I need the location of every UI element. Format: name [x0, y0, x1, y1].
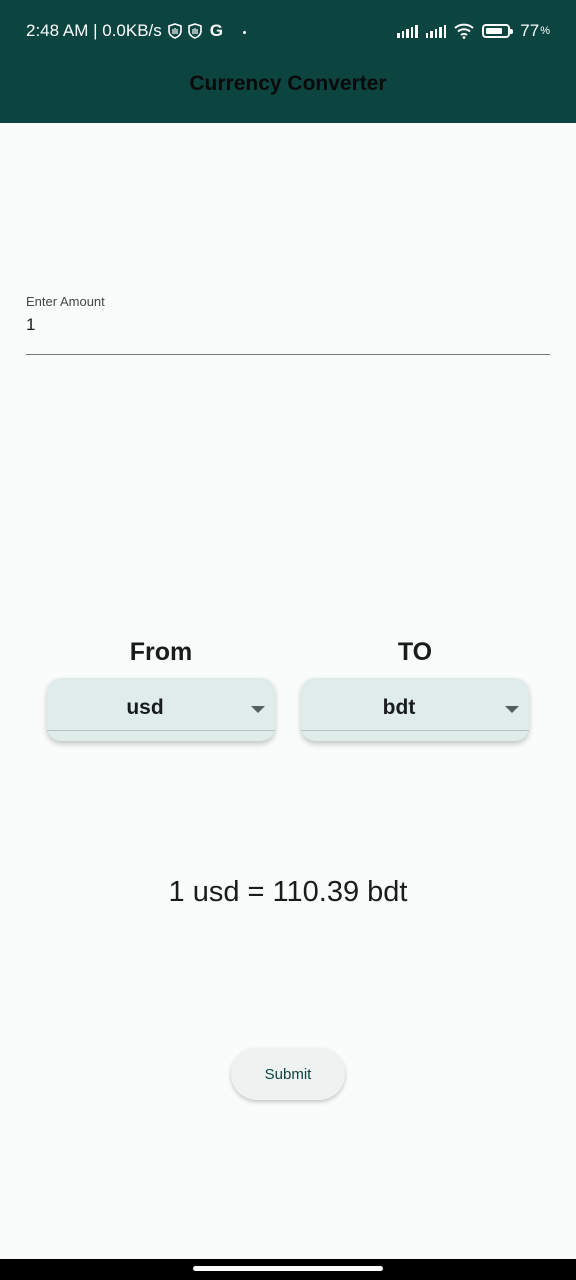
conversion-result: 1 usd = 110.39 bdt: [168, 876, 408, 908]
from-label: From: [129, 638, 193, 666]
shield-hand-icon: [167, 23, 182, 39]
signal-icon-2: [425, 24, 447, 38]
amount-field-label: Enter Amount: [26, 294, 105, 309]
chevron-down-icon: [505, 706, 519, 713]
page-title: Currency Converter: [189, 72, 387, 95]
chevron-down-icon: [251, 706, 265, 713]
status-time-speed: 2:48 AM | 0.0KB/s: [26, 21, 162, 40]
from-currency-dropdown[interactable]: usd: [47, 678, 275, 741]
dropdown-underline: [301, 730, 529, 731]
app-header: 2:48 AM | 0.0KB/s G 77 % Currency Conver…: [0, 0, 576, 123]
battery-percent: 77: [520, 21, 540, 40]
battery-icon: [482, 24, 514, 38]
dropdown-underline: [47, 730, 275, 731]
signal-icon: [397, 24, 418, 38]
to-label: TO: [397, 638, 433, 666]
amount-field[interactable]: Enter Amount: [26, 294, 550, 355]
status-bar-left: 2:48 AM | 0.0KB/s G: [26, 19, 247, 43]
battery-percent-symbol: %: [540, 25, 550, 37]
status-bar-right: 77 %: [397, 19, 550, 43]
google-icon: G: [209, 21, 224, 40]
shield-hand-icon-2: [187, 23, 202, 39]
to-currency-value: bdt: [382, 696, 416, 719]
amount-input[interactable]: [26, 314, 550, 336]
notification-dot-icon: [243, 30, 247, 34]
submit-button[interactable]: Submit: [231, 1048, 345, 1100]
to-currency-dropdown[interactable]: bdt: [301, 678, 529, 741]
system-navigation-bar: [0, 1259, 576, 1280]
battery-level: [486, 28, 502, 34]
from-currency-value: usd: [126, 696, 164, 719]
home-gesture-handle[interactable]: [193, 1266, 383, 1271]
wifi-icon: [454, 23, 474, 39]
